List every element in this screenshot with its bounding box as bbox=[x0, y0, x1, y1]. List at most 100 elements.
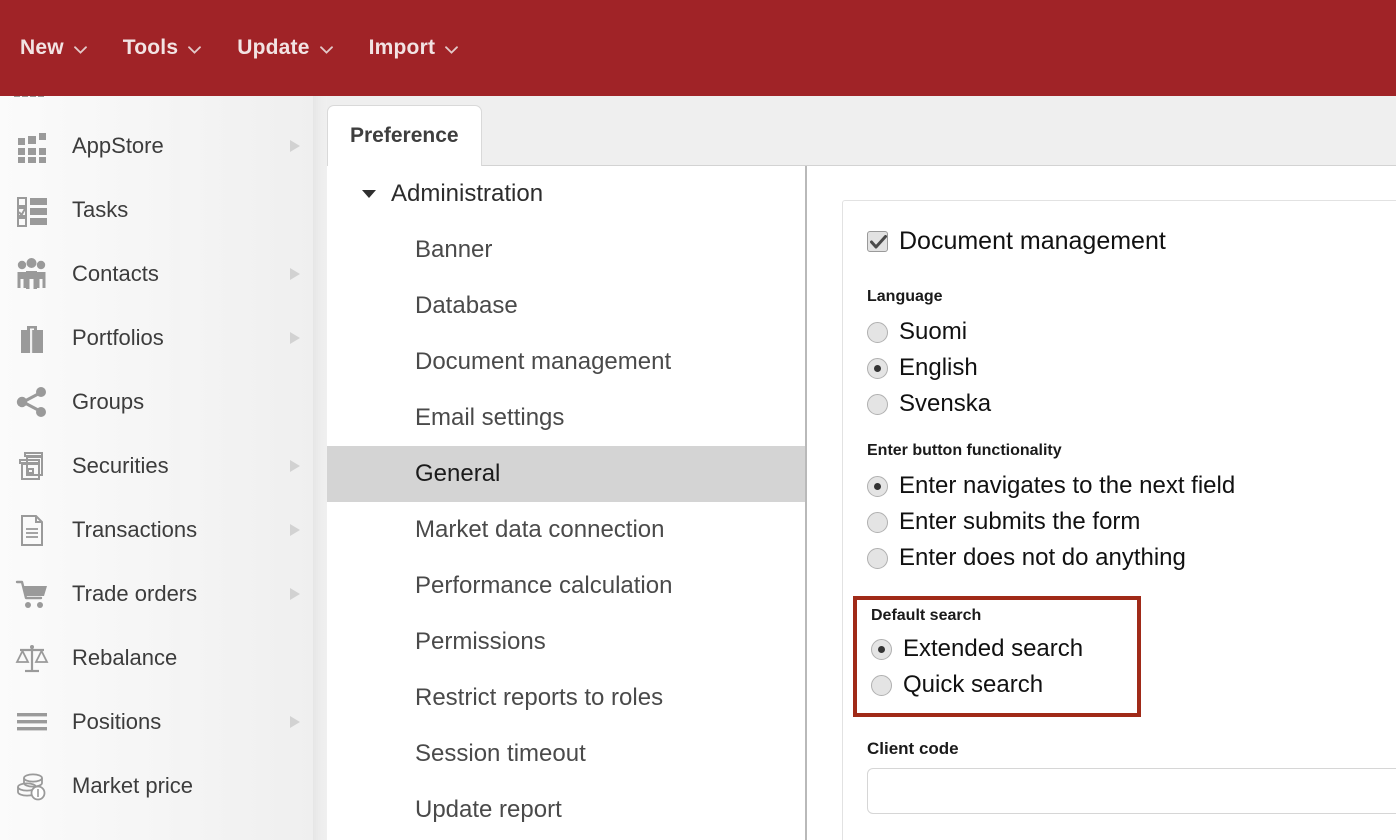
chevron-down-icon bbox=[188, 46, 202, 54]
tree-item-email-settings[interactable]: Email settings bbox=[327, 390, 805, 446]
tree-item-permissions[interactable]: Permissions bbox=[327, 614, 805, 670]
tree-item-label: Banner bbox=[415, 236, 493, 263]
sidebar-item-label: Market price bbox=[72, 773, 194, 798]
default-search-group-title: Default search bbox=[871, 607, 982, 624]
checklist-icon bbox=[10, 188, 54, 232]
sidebar-item-label: Positions bbox=[72, 709, 162, 734]
arrow-right-icon bbox=[289, 587, 301, 601]
sidebar-item-securities[interactable]: Securities bbox=[0, 434, 313, 498]
enter-option-nothing[interactable]: Enter does not do anything bbox=[867, 540, 1396, 576]
chevron-down-icon bbox=[445, 46, 459, 54]
sidebar-item-portfolios[interactable]: Portfolios bbox=[0, 306, 313, 370]
sidebar-item-label: Tasks bbox=[72, 197, 129, 222]
sidebar-item-label: Trade orders bbox=[72, 581, 198, 606]
tree-item-session-timeout[interactable]: Session timeout bbox=[327, 726, 805, 782]
menu-import[interactable]: Import bbox=[369, 36, 459, 60]
sidebar-item-rebalance[interactable]: Rebalance bbox=[0, 626, 313, 690]
language-group: Language Suomi English Svenska bbox=[867, 288, 1396, 422]
left-sidebar: AppStore Tasks Contacts Portfolios Group… bbox=[0, 96, 313, 840]
tree-item-restrict-reports-to-roles[interactable]: Restrict reports to roles bbox=[327, 670, 805, 726]
language-option-svenska[interactable]: Svenska bbox=[867, 386, 1396, 422]
sidebar-item-label: Contacts bbox=[72, 261, 159, 286]
tree-item-label: Document management bbox=[415, 348, 672, 375]
enter-option-label: Enter does not do anything bbox=[899, 544, 1186, 571]
radio-unselected-icon[interactable] bbox=[867, 511, 888, 533]
client-code-label: Client code bbox=[867, 739, 959, 758]
menu-import-label: Import bbox=[368, 36, 436, 59]
grid-icon bbox=[10, 124, 54, 168]
tree-node-label: Administration bbox=[391, 180, 544, 207]
sidebar-item-trade-orders[interactable]: Trade orders bbox=[0, 562, 313, 626]
language-option-label: Svenska bbox=[899, 390, 992, 417]
tree-item-update-report[interactable]: Update report bbox=[327, 782, 805, 838]
sidebar-item-groups[interactable]: Groups bbox=[0, 370, 313, 434]
tree-node-administration[interactable]: Administration bbox=[327, 166, 805, 222]
tree-item-banner[interactable]: Banner bbox=[327, 222, 805, 278]
menu-tools-label: Tools bbox=[122, 36, 179, 59]
tree-item-performance-calculation[interactable]: Performance calculation bbox=[327, 558, 805, 614]
menu-tools[interactable]: Tools bbox=[122, 36, 202, 60]
radio-unselected-icon[interactable] bbox=[867, 321, 888, 343]
sidebar-item-market-price[interactable]: Market price bbox=[0, 754, 313, 818]
enter-option-navigates[interactable]: Enter navigates to the next field bbox=[867, 468, 1396, 504]
radio-unselected-icon[interactable] bbox=[867, 393, 888, 415]
language-option-english[interactable]: English bbox=[867, 350, 1396, 386]
radio-selected-icon[interactable] bbox=[867, 357, 888, 379]
application-window: New Tools Update Import AppStore Tasks C… bbox=[0, 0, 1396, 840]
radio-unselected-icon[interactable] bbox=[871, 674, 892, 696]
menu-new-label: New bbox=[20, 36, 64, 59]
chevron-down-icon bbox=[73, 46, 87, 54]
menu-update[interactable]: Update bbox=[237, 36, 333, 60]
client-code-input[interactable] bbox=[867, 768, 1396, 814]
chevron-down-icon bbox=[319, 46, 333, 54]
arrow-right-icon bbox=[289, 331, 301, 345]
tree-item-document-management[interactable]: Document management bbox=[327, 334, 805, 390]
language-option-suomi[interactable]: Suomi bbox=[867, 314, 1396, 350]
radio-selected-icon[interactable] bbox=[871, 638, 892, 660]
default-search-option-extended[interactable]: Extended search bbox=[871, 631, 1127, 667]
top-menu-bar: New Tools Update Import bbox=[0, 0, 1396, 96]
enter-option-submits[interactable]: Enter submits the form bbox=[867, 504, 1396, 540]
tree-item-label: Market data connection bbox=[415, 516, 665, 543]
radio-unselected-icon[interactable] bbox=[867, 547, 888, 569]
tree-item-label: Email settings bbox=[415, 404, 565, 431]
people-icon bbox=[10, 252, 54, 296]
client-code-group: Client code bbox=[867, 739, 1396, 814]
tree-item-label: Performance calculation bbox=[415, 572, 673, 599]
arrow-right-icon bbox=[289, 715, 301, 729]
briefcase-icon bbox=[10, 316, 54, 360]
sidebar-item-contacts[interactable]: Contacts bbox=[0, 242, 313, 306]
document-management-checkbox-row[interactable]: Document management bbox=[867, 227, 1396, 256]
default-search-option-label: Extended search bbox=[903, 635, 1084, 662]
main-content-area: Preference Administration Banner Databas… bbox=[327, 96, 1396, 840]
default-search-option-quick[interactable]: Quick search bbox=[871, 667, 1127, 703]
sidebar-item-label: AppStore bbox=[72, 133, 164, 158]
tab-preference[interactable]: Preference bbox=[327, 105, 482, 166]
archive-box-icon bbox=[10, 444, 54, 488]
settings-form-panel: Document management Language Suomi Engli… bbox=[809, 166, 1396, 840]
sidebar-item-label: Securities bbox=[72, 453, 169, 478]
scrolled-partial-icon bbox=[14, 96, 44, 98]
menu-new[interactable]: New bbox=[20, 36, 87, 60]
sidebar-item-appstore[interactable]: AppStore bbox=[0, 114, 313, 178]
tree-item-market-data-connection[interactable]: Market data connection bbox=[327, 502, 805, 558]
language-option-label: Suomi bbox=[899, 318, 968, 345]
tree-item-label: Database bbox=[415, 292, 518, 319]
settings-tree-panel: Administration Banner Database Document … bbox=[327, 166, 807, 840]
arrow-right-icon bbox=[289, 459, 301, 473]
sidebar-item-transactions[interactable]: Transactions bbox=[0, 498, 313, 562]
language-group-title: Language bbox=[867, 288, 943, 305]
default-search-option-label: Quick search bbox=[903, 671, 1044, 698]
arrow-right-icon bbox=[289, 267, 301, 281]
menu-update-label: Update bbox=[237, 36, 310, 59]
triangle-down-icon[interactable] bbox=[361, 189, 377, 199]
radio-selected-icon[interactable] bbox=[867, 475, 888, 497]
general-settings-card: Document management Language Suomi Engli… bbox=[842, 200, 1396, 840]
tree-item-label: Permissions bbox=[415, 628, 546, 655]
tree-item-general[interactable]: General bbox=[327, 446, 805, 502]
checkbox-checked-icon[interactable] bbox=[867, 231, 888, 252]
tree-item-database[interactable]: Database bbox=[327, 278, 805, 334]
enter-button-functionality-group: Enter button functionality Enter navigat… bbox=[867, 442, 1396, 576]
sidebar-item-tasks[interactable]: Tasks bbox=[0, 178, 313, 242]
sidebar-item-positions[interactable]: Positions bbox=[0, 690, 313, 754]
